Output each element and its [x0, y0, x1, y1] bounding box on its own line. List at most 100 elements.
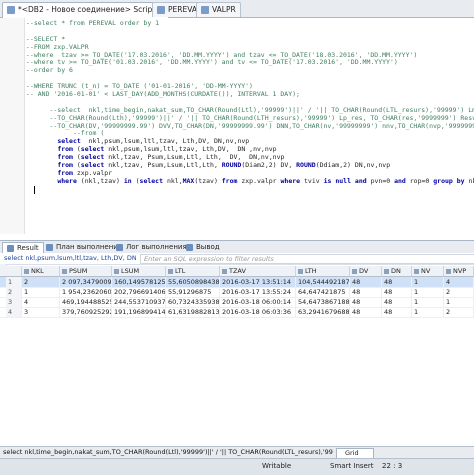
- cell-lth[interactable]: 64,647421875: [296, 287, 350, 297]
- cursor-position: 22 : 3: [382, 462, 403, 470]
- table-icon: [157, 6, 165, 14]
- cell-nkl[interactable]: 3: [22, 307, 60, 317]
- cell-tzav[interactable]: 2016-03-17 13:51:14: [220, 277, 296, 287]
- writable-status: Writable: [262, 462, 292, 470]
- column-type-icon: [24, 268, 29, 274]
- cell-dv[interactable]: 48: [350, 287, 382, 297]
- column-header-dn[interactable]: DN: [382, 266, 412, 276]
- editor-status-bar: Writable Smart Insert 22 : 3: [0, 458, 474, 475]
- column-type-icon: [298, 268, 303, 274]
- cell-psum[interactable]: 379,7609252929: [60, 307, 112, 317]
- cell-dv[interactable]: 48: [350, 297, 382, 307]
- column-header-psum[interactable]: PSUM: [60, 266, 112, 276]
- cell-ltl[interactable]: 55,6050898438: [166, 277, 220, 287]
- code-line: --select * from PEREVAL order by 1: [26, 19, 160, 27]
- result-tab-bar: Result План выполнения Лог выполнения Вы…: [0, 240, 474, 254]
- cell-tzav[interactable]: 2016-03-18 06:00:14: [220, 297, 296, 307]
- column-header-lsum[interactable]: LSUM: [112, 266, 166, 276]
- cell-nv[interactable]: 1: [412, 287, 444, 297]
- cell-lth[interactable]: 104,544492187: [296, 277, 350, 287]
- cell-lsum[interactable]: 160,149578125: [112, 277, 166, 287]
- cell-lsum[interactable]: 202,796691406: [112, 287, 166, 297]
- cell-psum[interactable]: 469,1944885254: [60, 297, 112, 307]
- column-type-icon: [384, 268, 389, 274]
- cell-nkl[interactable]: 4: [22, 297, 60, 307]
- column-type-icon: [168, 268, 173, 274]
- output-icon: [186, 243, 193, 251]
- plan-icon: [46, 243, 53, 251]
- code-line: where (nkl,tzav) in (select nkl,MAX(tzav…: [57, 176, 474, 185]
- column-type-icon: [446, 268, 451, 274]
- column-header-tzav[interactable]: TZAV: [220, 266, 296, 276]
- column-type-icon: [222, 268, 227, 274]
- code-line: --order by 6: [26, 66, 73, 75]
- column-type-icon: [114, 268, 119, 274]
- tab-output[interactable]: Вывод: [182, 242, 224, 253]
- filter-bar: select nkl,psum,lsum,ltl,tzav, Lth,DV, D…: [0, 253, 474, 265]
- cell-nvp[interactable]: 4: [444, 277, 474, 287]
- cursor-line: [26, 185, 474, 194]
- table-row[interactable]: 43379,7609252929191,196899414061,6319882…: [0, 307, 474, 318]
- column-header-nv[interactable]: NV: [412, 266, 444, 276]
- cell-nvp[interactable]: 2: [444, 307, 474, 317]
- cell-lth[interactable]: 63,2941679688: [296, 307, 350, 317]
- row-number: 1: [6, 277, 22, 287]
- column-header-ltl[interactable]: LTL: [166, 266, 220, 276]
- query-status-bar: select nkl,time_begin,nakat_sum,TO_CHAR(…: [0, 446, 474, 459]
- code-line: --where tv >= TO_DATE('01.03.2016', 'DD.…: [26, 58, 398, 67]
- cell-ltl[interactable]: 60,7324335938: [166, 297, 220, 307]
- cell-tzav[interactable]: 2016-03-17 13:55:24: [220, 287, 296, 297]
- cell-psum[interactable]: 1 954,236206054: [60, 287, 112, 297]
- cell-ltl[interactable]: 61,6319882813: [166, 307, 220, 317]
- column-type-icon: [352, 268, 357, 274]
- code-line: -- AND '2016-01-01' < LAST_DAY(ADD_MONTH…: [26, 90, 300, 99]
- tab-valpr[interactable]: VALPR: [196, 2, 241, 17]
- results-grid[interactable]: NKL PSUM LSUM LTL TZAV LTH DV DN NV NVP 122 097,3…: [0, 266, 474, 444]
- row-number: 2: [6, 287, 22, 297]
- column-header-nvp[interactable]: NVP: [444, 266, 474, 276]
- log-icon: [116, 243, 123, 251]
- column-header-lth[interactable]: LTH: [296, 266, 350, 276]
- editor-tab-bar: *<DB2 - Новое соединение> Script✕ PEREVA…: [0, 0, 474, 18]
- cell-lth[interactable]: 54,6473867188: [296, 297, 350, 307]
- cell-dv[interactable]: 48: [350, 277, 382, 287]
- column-header-nkl[interactable]: NKL: [22, 266, 60, 276]
- cell-dn[interactable]: 48: [382, 297, 412, 307]
- column-header-dv[interactable]: DV: [350, 266, 382, 276]
- cell-nkl[interactable]: 1: [22, 287, 60, 297]
- code-area[interactable]: --select * from PEREVAL order by 1 --SELE…: [26, 19, 474, 194]
- cell-dn[interactable]: 48: [382, 287, 412, 297]
- cell-tzav[interactable]: 2016-03-18 06:03:36: [220, 307, 296, 317]
- table-icon: [201, 6, 209, 14]
- cell-lsum[interactable]: 244,5537109375: [112, 297, 166, 307]
- status-query-text: select nkl,time_begin,nakat_sum,TO_CHAR(…: [3, 448, 333, 456]
- editor-gutter: [0, 18, 25, 234]
- tab-execution-log[interactable]: Лог выполнения: [112, 242, 191, 253]
- row-number: 4: [6, 307, 22, 317]
- row-number: 3: [6, 297, 22, 307]
- cell-nvp[interactable]: 2: [444, 287, 474, 297]
- column-type-icon: [414, 268, 419, 274]
- column-type-icon: [62, 268, 67, 274]
- text-cursor: [33, 185, 35, 194]
- code-line: --SELECT *: [26, 34, 66, 43]
- cell-ltl[interactable]: 55,91296875: [166, 287, 220, 297]
- cell-nkl[interactable]: 2: [22, 277, 60, 287]
- row-number-header: [6, 266, 22, 276]
- cell-nv[interactable]: 1: [412, 307, 444, 317]
- cell-dv[interactable]: 48: [350, 307, 382, 317]
- result-query-label: select nkl,psum,lsum,ltl,tzav, Lth,DV, D…: [4, 254, 136, 262]
- insert-mode-status: Smart Insert: [330, 462, 374, 470]
- tab-script[interactable]: *<DB2 - Новое соединение> Script✕: [2, 2, 170, 18]
- cell-dn[interactable]: 48: [382, 277, 412, 287]
- sql-editor[interactable]: --select * from PEREVAL order by 1 --SELE…: [0, 18, 474, 234]
- cell-dn[interactable]: 48: [382, 307, 412, 317]
- cell-nvp[interactable]: 1: [444, 297, 474, 307]
- grid-icon: [7, 244, 14, 252]
- cell-psum[interactable]: 2 097,347900906: [60, 277, 112, 287]
- cell-nv[interactable]: 1: [412, 297, 444, 307]
- cell-lsum[interactable]: 191,1968994140: [112, 307, 166, 317]
- cell-nv[interactable]: 1: [412, 277, 444, 287]
- filter-input[interactable]: Enter an SQL expression to filter result…: [140, 254, 474, 264]
